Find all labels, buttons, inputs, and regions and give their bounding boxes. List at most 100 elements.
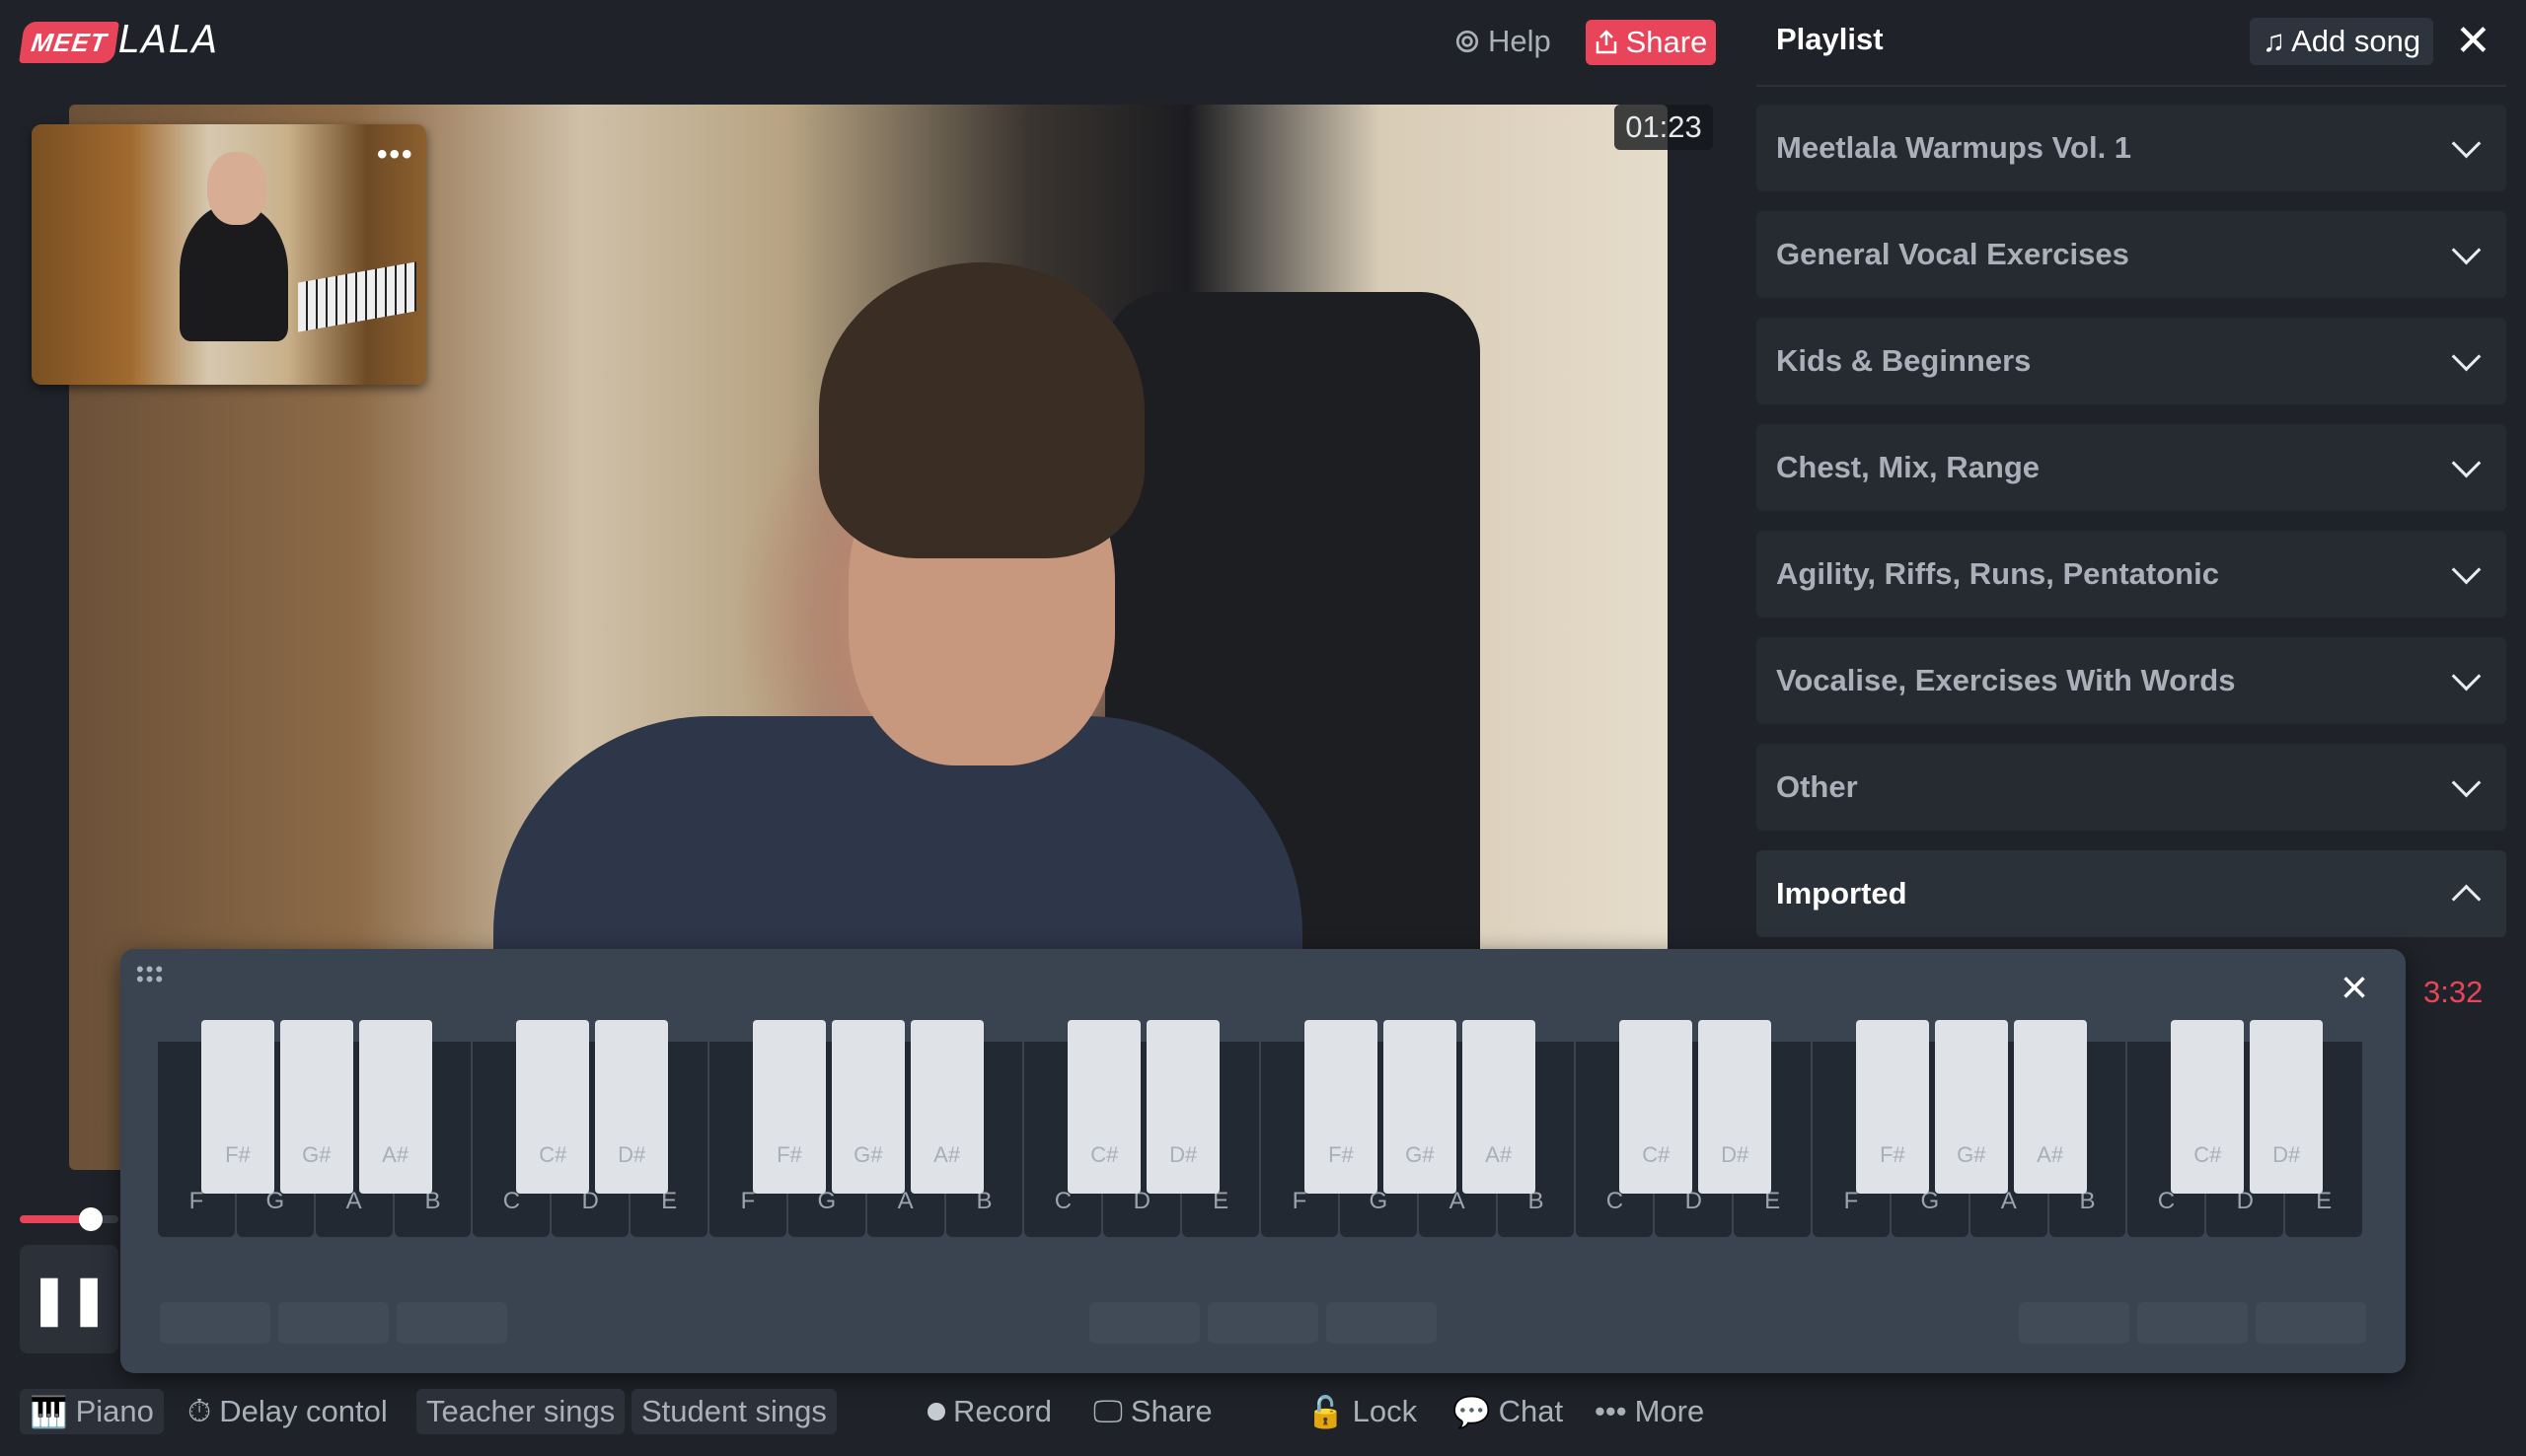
chevron-down-icon	[2451, 341, 2482, 371]
piano-black-key[interactable]: G#	[279, 1020, 353, 1194]
playlist-item-label: Other	[1776, 769, 1858, 804]
chevron-down-icon	[2451, 767, 2482, 797]
pedal-slot[interactable]	[1326, 1302, 1437, 1344]
piano-toggle-button[interactable]: 🎹 Piano	[20, 1389, 164, 1434]
playlist-item[interactable]: Other	[1756, 744, 2506, 831]
divider	[1756, 85, 2506, 87]
piano-black-key[interactable]: A#	[910, 1020, 984, 1194]
lock-label: Lock	[1352, 1394, 1418, 1428]
playlist-item-label: Vocalise, Exercises With Words	[1776, 663, 2236, 697]
call-timer: 01:23	[1614, 105, 1713, 150]
black-keys-row: F# G# A# C# D# F# G# A# C# D# F# G# A# C# D# F# G# A# C# D#	[158, 1020, 2364, 1196]
piano-black-key[interactable]: D#	[2250, 1020, 2324, 1194]
piano-black-key[interactable]: C#	[516, 1020, 590, 1194]
screen-share-button[interactable]: 🖵 Share	[1083, 1389, 1223, 1434]
pedal-slot[interactable]	[160, 1302, 270, 1344]
chat-label: Chat	[1498, 1394, 1564, 1428]
playlist-item-open[interactable]: Imported	[1756, 850, 2506, 937]
more-label: More	[1634, 1394, 1705, 1428]
add-song-button[interactable]: ♫ Add song	[2250, 18, 2433, 65]
piano-black-key[interactable]: A#	[358, 1020, 432, 1194]
help-label: Help	[1488, 24, 1551, 58]
piano-black-key[interactable]: D#	[1698, 1020, 1772, 1194]
help-button[interactable]: Help	[1454, 22, 1551, 61]
teacher-sings-label: Teacher sings	[426, 1394, 616, 1428]
playlist-item[interactable]: General Vocal Exercises	[1756, 211, 2506, 298]
teacher-sings-button[interactable]: Teacher sings	[416, 1389, 626, 1434]
student-sings-button[interactable]: Student sings	[632, 1389, 837, 1434]
piano-black-key[interactable]: G#	[1382, 1020, 1456, 1194]
piano-black-key[interactable]: F#	[1855, 1020, 1929, 1194]
share-icon	[1596, 30, 1616, 54]
playlist-item-label: Agility, Riffs, Runs, Pentatonic	[1776, 556, 2219, 591]
chevron-down-icon	[2451, 235, 2482, 264]
track-duration: 3:32	[2423, 975, 2484, 1009]
playlist-item-label: General Vocal Exercises	[1776, 237, 2129, 271]
piano-black-key[interactable]: F#	[1303, 1020, 1377, 1194]
share-button[interactable]: Share	[1586, 20, 1716, 65]
chevron-down-icon	[2451, 661, 2482, 691]
playlist-item[interactable]: Meetlala Warmups Vol. 1	[1756, 105, 2506, 191]
volume-slider-knob[interactable]	[79, 1207, 103, 1231]
chat-icon: 💬	[1452, 1394, 1491, 1429]
close-playlist-icon[interactable]: ✕	[2455, 18, 2491, 65]
playlist-item-label: Kids & Beginners	[1776, 343, 2032, 378]
piano-panel[interactable]: ••• ••• × FGABCDEFGABCDEFGABCDEFGABCDE F#…	[120, 949, 2406, 1373]
record-label: Record	[953, 1394, 1052, 1428]
piano-black-key[interactable]: C#	[1068, 1020, 1142, 1194]
timer-icon: ⏱	[187, 1393, 212, 1428]
pedal-slot[interactable]	[2256, 1302, 2366, 1344]
playlist-item[interactable]: Chest, Mix, Range	[1756, 424, 2506, 511]
playlist-item[interactable]: Kids & Beginners	[1756, 318, 2506, 404]
chat-button[interactable]: 💬 Chat	[1443, 1389, 1573, 1434]
piano-label: Piano	[75, 1394, 154, 1428]
piano-black-key[interactable]: F#	[752, 1020, 826, 1194]
logo-text: LALA	[118, 18, 220, 61]
delay-control-button[interactable]: ⏱ Delay contol	[178, 1389, 398, 1434]
piano-black-key[interactable]: G#	[1934, 1020, 2008, 1194]
piano-black-key[interactable]: D#	[595, 1020, 669, 1194]
playlist-item-label: Meetlala Warmups Vol. 1	[1776, 130, 2132, 165]
delay-label: Delay contol	[219, 1394, 388, 1428]
playlist-item-label: Imported	[1776, 876, 1907, 910]
pedal-slot[interactable]	[2019, 1302, 2129, 1344]
self-view-pip[interactable]: •••	[32, 124, 426, 385]
add-song-label: Add song	[2291, 24, 2421, 58]
screen-share-label: Share	[1130, 1394, 1213, 1428]
piano-black-key[interactable]: C#	[1619, 1020, 1693, 1194]
playlist-item-label: Chest, Mix, Range	[1776, 450, 2040, 484]
pedal-slot[interactable]	[397, 1302, 507, 1344]
music-note-icon: ♫	[2262, 24, 2286, 58]
pip-face	[207, 152, 266, 225]
record-button[interactable]: Record	[918, 1389, 1062, 1434]
pedal-slot[interactable]	[1208, 1302, 1318, 1344]
pause-button[interactable]: ❚❚	[20, 1245, 118, 1353]
video-hair	[819, 262, 1145, 558]
close-icon[interactable]: ×	[2340, 965, 2368, 1012]
pip-more-icon[interactable]: •••	[377, 138, 414, 172]
chevron-up-icon	[2451, 884, 2482, 913]
pedal-slot[interactable]	[1089, 1302, 1200, 1344]
help-lifebuoy-icon	[1455, 30, 1479, 53]
lock-button[interactable]: 🔓 Lock	[1297, 1389, 1427, 1434]
logo-badge: MEET	[19, 22, 119, 63]
piano-icon: 🎹	[30, 1394, 68, 1429]
student-sings-label: Student sings	[641, 1394, 827, 1428]
chevron-down-icon	[2451, 128, 2482, 158]
piano-black-key[interactable]: F#	[200, 1020, 274, 1194]
more-button[interactable]: ••• More	[1585, 1389, 1714, 1434]
pedal-slot[interactable]	[2137, 1302, 2248, 1344]
piano-black-key[interactable]: A#	[2013, 1020, 2087, 1194]
piano-black-key[interactable]: C#	[2171, 1020, 2245, 1194]
piano-black-key[interactable]: D#	[1147, 1020, 1221, 1194]
piano-black-key[interactable]: A#	[1461, 1020, 1535, 1194]
playlist-item[interactable]: Vocalise, Exercises With Words	[1756, 637, 2506, 724]
pip-keyboard	[298, 261, 416, 332]
playlist-title: Playlist	[1776, 22, 1884, 56]
pedal-slot[interactable]	[278, 1302, 389, 1344]
pause-icon: ❚❚	[29, 1274, 110, 1326]
chevron-down-icon	[2451, 448, 2482, 477]
playlist-item[interactable]: Agility, Riffs, Runs, Pentatonic	[1756, 531, 2506, 618]
drag-handle-icon[interactable]: ••• •••	[136, 959, 165, 990]
piano-black-key[interactable]: G#	[831, 1020, 905, 1194]
